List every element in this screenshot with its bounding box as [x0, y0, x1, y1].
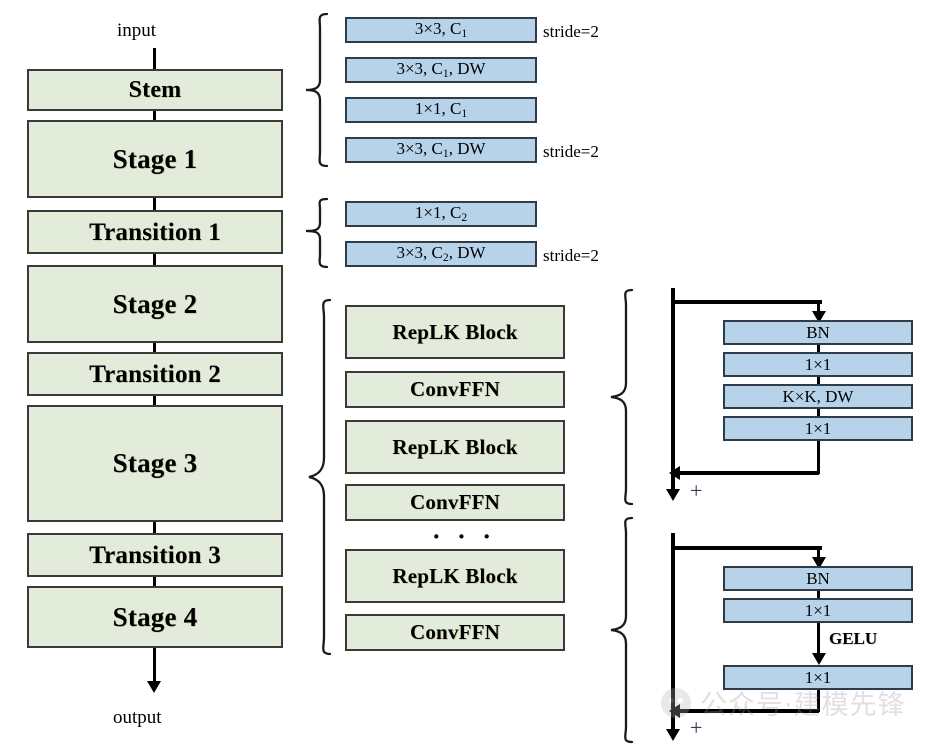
backbone-connector — [153, 343, 156, 352]
backbone-block-stage-4: Stage 4 — [27, 586, 283, 648]
brace-transition-detail — [303, 197, 329, 269]
backbone-block-stage-3: Stage 3 — [27, 405, 283, 522]
replk-return-arrow — [669, 466, 680, 480]
replk-layer-convkxk-dw: K×K, DW — [723, 384, 913, 409]
stem-layer-box: 3×3, C1 — [345, 17, 537, 43]
replk-trunk-arrow — [666, 489, 680, 501]
output-label: output — [113, 707, 162, 728]
stage-block-replk-2: RepLK Block — [345, 420, 565, 474]
backbone-block-label: Stage 3 — [112, 448, 198, 478]
replk-return-horizontal — [678, 471, 819, 475]
backbone-block-label: Stem — [128, 77, 182, 103]
output-arrow-line — [153, 648, 156, 684]
backbone-connector — [153, 198, 156, 210]
backbone-block-transition-3: Transition 3 — [27, 533, 283, 577]
stage-block-label: ConvFFN — [409, 490, 501, 514]
stage-block-replk-n: RepLK Block — [345, 549, 565, 603]
stem-layer-box: 1×1, C1 — [345, 97, 537, 123]
replk-connector — [817, 409, 820, 416]
stem-layer-label: 3×3, C1, DW — [396, 139, 486, 161]
transition-layer-label: 3×3, C2, DW — [396, 243, 486, 265]
backbone-block-label: Stage 2 — [112, 288, 198, 319]
replk-layer-label: 1×1 — [804, 419, 832, 438]
convffn-layer-conv1x1-b: 1×1 — [723, 665, 913, 690]
stage-block-label: RepLK Block — [392, 434, 518, 459]
convffn-return-arrow — [669, 704, 680, 718]
backbone-block-label: Stage 1 — [112, 143, 198, 174]
stem-layer-box: 3×3, C1, DW — [345, 137, 537, 163]
backbone-block-label: Transition 1 — [89, 218, 221, 246]
convffn-residual-branch-top — [671, 546, 822, 550]
convffn-layer-label: 1×1 — [804, 668, 832, 687]
convffn-layer-bn: BN — [723, 566, 913, 591]
brace-stem-detail — [303, 12, 329, 168]
backbone-block-label: Stage 4 — [112, 601, 198, 632]
backbone-connector — [153, 396, 156, 405]
replk-layer-conv1x1-b: 1×1 — [723, 416, 913, 441]
replk-layer-label: 1×1 — [804, 355, 832, 374]
transition-layer-box: 3×3, C2, DW — [345, 241, 537, 267]
backbone-connector — [153, 577, 156, 586]
stage-block-label: ConvFFN — [409, 620, 501, 644]
stage-block-replk-1: RepLK Block — [345, 305, 565, 359]
replk-layer-label: BN — [806, 323, 830, 342]
stage-block-convffn-n: ConvFFN — [345, 614, 565, 651]
input-arrow-line — [153, 48, 156, 69]
convffn-gelu-arrow — [812, 653, 826, 665]
convffn-activation-label: GELU — [829, 629, 878, 648]
stem-layer-label: 3×3, C1 — [414, 19, 468, 41]
replk-layer-conv1x1-a: 1×1 — [723, 352, 913, 377]
stage-block-label: RepLK Block — [392, 563, 518, 588]
replk-return-down — [817, 441, 820, 474]
convffn-return-horizontal — [678, 709, 819, 713]
backbone-block-stage-1: Stage 1 — [27, 120, 283, 198]
stage-block-label: ConvFFN — [409, 377, 501, 401]
stage-blocks-ellipsis: · · · — [432, 522, 497, 551]
convffn-residual-plus: + — [690, 715, 703, 740]
backbone-block-stage-2: Stage 2 — [27, 265, 283, 343]
replk-residual-plus: + — [690, 478, 703, 503]
input-label: input — [117, 20, 157, 41]
backbone-connector — [153, 254, 156, 265]
convffn-layer-label: BN — [806, 569, 830, 588]
stride-label-transition-1: stride=2 — [543, 246, 599, 265]
replk-layer-bn: BN — [723, 320, 913, 345]
replk-residual-branch-top — [671, 300, 822, 304]
convffn-layer-label: 1×1 — [804, 601, 832, 620]
output-arrow-head — [147, 681, 161, 693]
transition-layer-box: 1×1, C2 — [345, 201, 537, 227]
replk-layer-label: K×K, DW — [782, 387, 854, 406]
transition-layer-label: 1×1, C2 — [414, 203, 468, 225]
convffn-trunk-arrow — [666, 729, 680, 741]
backbone-block-label: Transition 2 — [89, 360, 221, 388]
backbone-block-label: Transition 3 — [89, 541, 221, 569]
stem-layer-box: 3×3, C1, DW — [345, 57, 537, 83]
stage-block-convffn-1: ConvFFN — [345, 371, 565, 408]
stage-block-label: RepLK Block — [392, 319, 518, 344]
replk-connector — [817, 377, 820, 384]
stage-block-convffn-2: ConvFFN — [345, 484, 565, 521]
stem-layer-label: 1×1, C1 — [414, 99, 468, 121]
stride-label-stem-3: stride=2 — [543, 142, 599, 161]
stem-layer-label: 3×3, C1, DW — [396, 59, 486, 81]
architecture-diagram: input Stem Stage 1 Transition 1 Stage 2 … — [0, 0, 935, 745]
convffn-layer-conv1x1-a: 1×1 — [723, 598, 913, 623]
backbone-block-stem: Stem — [27, 69, 283, 111]
backbone-block-transition-1: Transition 1 — [27, 210, 283, 254]
backbone-connector — [153, 111, 156, 120]
convffn-connector — [817, 591, 820, 598]
brace-stage-detail — [306, 298, 332, 656]
brace-convffn-detail — [608, 516, 634, 744]
replk-connector — [817, 345, 820, 352]
replk-residual-trunk — [671, 288, 675, 496]
stride-label-stem-0: stride=2 — [543, 22, 599, 41]
brace-replk-detail — [608, 288, 634, 506]
backbone-connector — [153, 522, 156, 533]
backbone-block-transition-2: Transition 2 — [27, 352, 283, 396]
